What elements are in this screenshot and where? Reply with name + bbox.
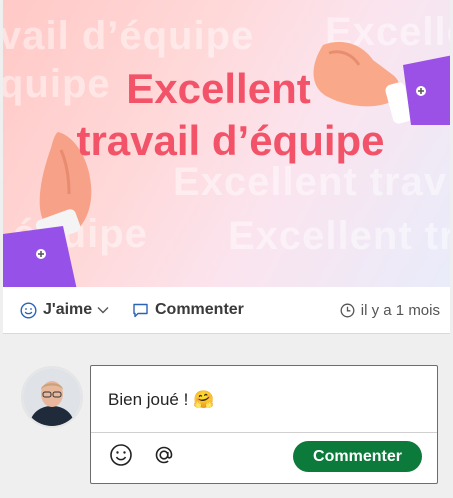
like-button[interactable]: J'aime — [20, 287, 110, 333]
smiley-icon — [20, 301, 37, 319]
user-photo — [23, 368, 81, 426]
emoji-button[interactable] — [107, 441, 135, 469]
composer-divider — [91, 432, 437, 433]
banner-title-line2: travail d’équipe — [76, 117, 385, 164]
chevron-down-icon[interactable] — [96, 303, 110, 317]
banner-bg-word: Excellent trav — [173, 160, 448, 204]
timestamp-text: il y a 1 mois — [360, 301, 440, 319]
clock-icon — [340, 303, 355, 318]
banner-bg-word: vail d’équipe — [3, 14, 255, 58]
mention-button[interactable] — [150, 441, 178, 469]
post-card: vail d’équipe Excelle quipe Excellent tr… — [3, 0, 450, 334]
comment-label: Commenter — [155, 301, 244, 318]
comment-button[interactable]: Commenter — [132, 287, 244, 333]
post-banner-image: vail d’équipe Excelle quipe Excellent tr… — [3, 0, 450, 287]
submit-comment-button[interactable]: Commenter — [293, 441, 422, 472]
post-timestamp: il y a 1 mois — [340, 287, 440, 333]
like-label: J'aime — [43, 301, 93, 318]
avatar[interactable] — [21, 366, 83, 428]
comment-input[interactable]: Bien joué ! 🤗 — [108, 390, 214, 410]
emoji-icon — [110, 444, 132, 466]
at-sign-icon — [155, 446, 173, 464]
comment-icon — [132, 302, 149, 319]
banner-title-line1: Excellent — [126, 65, 311, 112]
banner-bg-word: Excellent tr — [228, 214, 450, 258]
comment-composer[interactable]: Bien joué ! 🤗 Commenter — [90, 365, 438, 484]
post-action-bar: J'aime Commenter il y a 1 mois — [3, 287, 450, 334]
